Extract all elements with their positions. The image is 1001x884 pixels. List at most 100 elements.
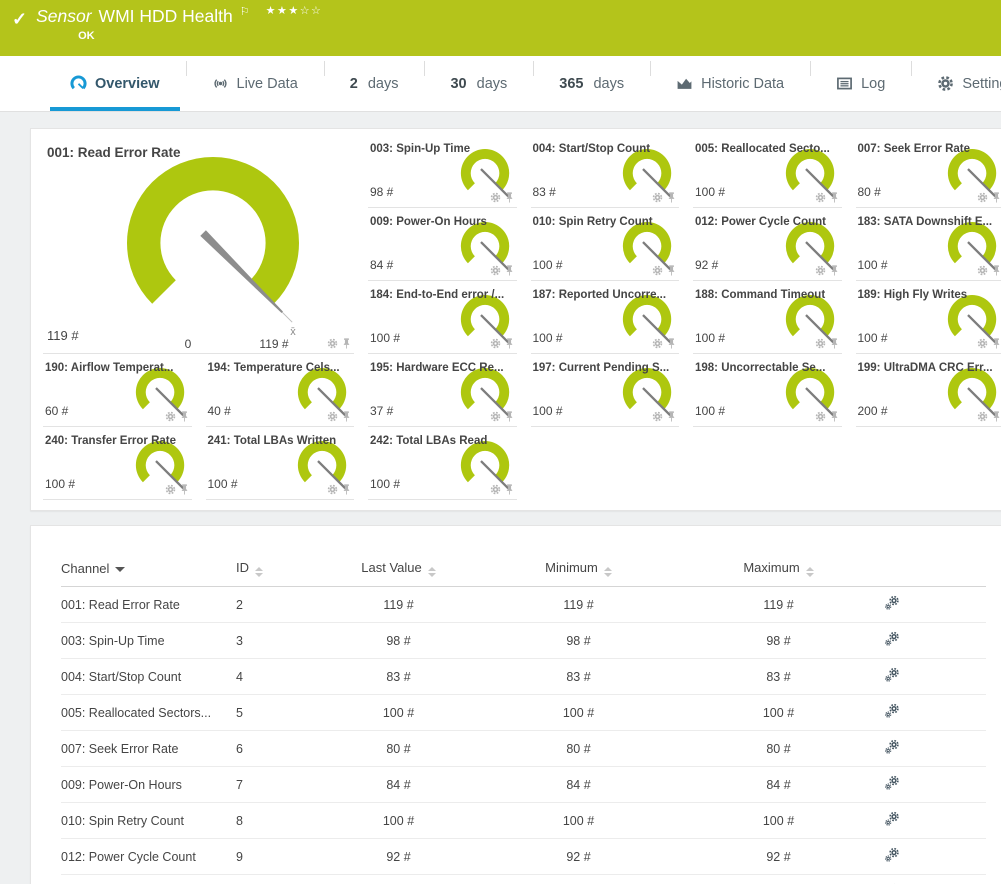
gear-icon[interactable] [327,411,338,422]
gear-icon[interactable] [652,192,663,203]
gauge-label: 242: Total LBAs Read [370,435,487,447]
channel-settings-cogs-icon[interactable] [884,631,900,647]
channel-settings-cogs-icon[interactable] [884,811,900,827]
gauge-cell[interactable]: 012: Power Cycle Count92 # [693,208,842,281]
pin-icon[interactable] [341,338,352,349]
channel-settings-cogs-icon[interactable] [884,847,900,863]
pin-icon[interactable] [341,411,352,422]
channel-settings-cogs-icon[interactable] [884,667,900,683]
table-row: 001: Read Error Rate2119 #119 #119 # [61,587,986,623]
pin-icon[interactable] [341,484,352,495]
tab-overview[interactable]: Overview [44,56,186,111]
gauge-cell[interactable]: 184: End-to-End error /...100 # [368,281,517,354]
gauge-cell[interactable]: 004: Start/Stop Count83 # [531,135,680,208]
gauge-cell[interactable]: 198: Uncorrectable Se...100 # [693,354,842,427]
gear-icon[interactable] [977,192,988,203]
gauge-cell[interactable]: 007: Seek Error Rate80 # [856,135,1001,208]
pin-icon[interactable] [991,192,1001,203]
pin-icon[interactable] [991,338,1001,349]
gauge-cell[interactable]: 195: Hardware ECC Re...37 # [368,354,517,427]
maximum-cell: 83 # [691,659,866,695]
gauge-cell[interactable]: 194: Temperature Cels...40 # [206,354,355,427]
pin-icon[interactable] [666,265,677,276]
gear-icon[interactable] [977,265,988,276]
pin-icon[interactable] [829,192,840,203]
gauge-cell[interactable]: 009: Power-On Hours84 # [368,208,517,281]
column-header-id[interactable]: ID [236,552,331,587]
pin-icon[interactable] [504,411,515,422]
tab-365-days[interactable]: 365 days [533,56,650,111]
channel-settings-cogs-icon[interactable] [884,739,900,755]
gear-icon[interactable] [327,484,338,495]
gauge-label: 188: Command Timeout [695,289,825,301]
tab-30-days[interactable]: 30 days [424,56,533,111]
gauge-label: 194: Temperature Cels... [208,362,340,374]
gauge-cell[interactable]: 189: High Fly Writes100 # [856,281,1001,354]
column-header-minimum[interactable]: Minimum [466,552,691,587]
gear-icon[interactable] [977,411,988,422]
column-header-maximum[interactable]: Maximum [691,552,866,587]
column-header-channel[interactable]: Channel [61,552,236,587]
gauge-cell[interactable]: 003: Spin-Up Time98 # [368,135,517,208]
tab-live-data[interactable]: Live Data [186,56,324,111]
gauge-cell[interactable]: 187: Reported Uncorre...100 # [531,281,680,354]
last-value-cell: 80 # [331,731,466,767]
gear-icon[interactable] [490,484,501,495]
pin-icon[interactable] [504,338,515,349]
pin-icon[interactable] [829,265,840,276]
table-row: 009: Power-On Hours784 #84 #84 # [61,767,986,803]
gear-icon[interactable] [490,265,501,276]
pin-icon[interactable] [666,338,677,349]
gauge-cell[interactable]: 241: Total LBAs Written100 # [206,427,355,500]
gauge-cell[interactable]: 183: SATA Downshift E...100 # [856,208,1001,281]
tab-2-days[interactable]: 2 days [324,56,425,111]
gauge-cell[interactable]: 199: UltraDMA CRC Err...200 # [856,354,1001,427]
tab-historic-data[interactable]: Historic Data [650,56,810,111]
gauge-cell[interactable]: 188: Command Timeout100 # [693,281,842,354]
gear-icon[interactable] [165,484,176,495]
gauge-cell[interactable]: 190: Airflow Temperat...60 # [43,354,192,427]
pin-icon[interactable] [666,192,677,203]
gauge-cell[interactable]: 197: Current Pending S...100 # [531,354,680,427]
last-value-cell: 100 # [331,803,466,839]
pin-icon[interactable] [829,338,840,349]
gear-icon[interactable] [652,411,663,422]
pin-icon[interactable] [504,192,515,203]
pin-icon[interactable] [179,411,190,422]
channel-settings-cogs-icon[interactable] [884,595,900,611]
channel-settings-cogs-icon[interactable] [884,775,900,791]
channel-settings-cogs-icon[interactable] [884,703,900,719]
gear-icon[interactable] [815,192,826,203]
gauge-cell[interactable]: 242: Total LBAs Read100 # [368,427,517,500]
gear-icon[interactable] [165,411,176,422]
channel-cell: 005: Reallocated Sectors... [61,695,236,731]
gauge-label: 190: Airflow Temperat... [45,362,173,374]
gear-icon[interactable] [327,338,338,349]
pin-icon[interactable] [666,411,677,422]
pin-icon[interactable] [504,265,515,276]
gear-icon[interactable] [815,411,826,422]
gear-icon[interactable] [652,265,663,276]
gear-icon[interactable] [490,411,501,422]
gear-icon[interactable] [490,192,501,203]
gauge-cell[interactable]: 240: Transfer Error Rate100 # [43,427,192,500]
pin-icon[interactable] [504,484,515,495]
sort-icon [255,567,263,577]
star-rating[interactable]: ★★★☆☆ [266,5,323,17]
pin-icon[interactable] [991,265,1001,276]
gear-icon[interactable] [490,338,501,349]
gear-icon[interactable] [815,265,826,276]
gear-icon[interactable] [815,338,826,349]
gear-icon[interactable] [652,338,663,349]
primary-gauge-cell[interactable]: 001: Read Error Rate x̄ 0 119 # 119 # [43,135,354,354]
gauge-cell[interactable]: 010: Spin Retry Count100 # [531,208,680,281]
gear-icon[interactable] [977,338,988,349]
pin-icon[interactable] [991,411,1001,422]
tab-log[interactable]: Log [810,56,911,111]
flag-icon[interactable]: ⚐ [240,6,250,18]
pin-icon[interactable] [179,484,190,495]
gauge-cell[interactable]: 005: Reallocated Secto...100 # [693,135,842,208]
pin-icon[interactable] [829,411,840,422]
column-header-last-value[interactable]: Last Value [331,552,466,587]
tab-settings[interactable]: Settings [911,56,1001,111]
